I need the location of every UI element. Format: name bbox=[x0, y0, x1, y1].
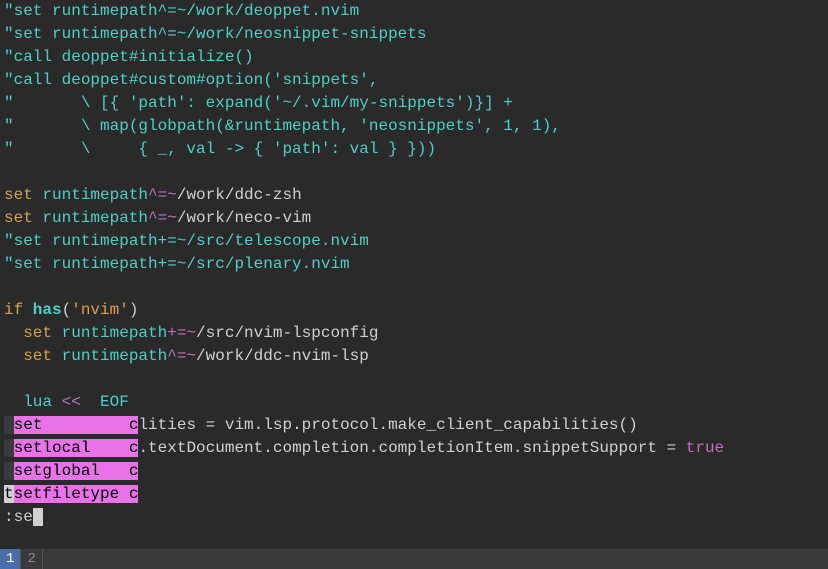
code-line: set runtimepath+=~/src/nvim-lspconfig bbox=[4, 322, 824, 345]
code-line: lua << EOF bbox=[4, 391, 824, 414]
completion-row[interactable]: setlocal c.textDocument.completion.compl… bbox=[4, 437, 824, 460]
code-line: "set runtimepath+=~/src/plenary.nvim bbox=[4, 253, 824, 276]
code-line: "set runtimepath^=~/work/neosnippet-snip… bbox=[4, 23, 824, 46]
code-line: "set runtimepath+=~/src/telescope.nvim bbox=[4, 230, 824, 253]
completion-match: setglobal c bbox=[14, 462, 139, 480]
code-line: set runtimepath^=~/work/neco-vim bbox=[4, 207, 824, 230]
code-line: set runtimepath^=~/work/ddc-zsh bbox=[4, 184, 824, 207]
tab-1[interactable]: 1 bbox=[0, 549, 21, 569]
code-line: " \ { _, val -> { 'path': val } })) bbox=[4, 138, 824, 161]
code-line: " \ map(globpath(&runtimepath, 'neosnipp… bbox=[4, 115, 824, 138]
completion-match: setlocal c bbox=[14, 439, 139, 457]
code-line: "call deoppet#custom#option('snippets', bbox=[4, 69, 824, 92]
cursor bbox=[33, 508, 43, 526]
command-line[interactable]: :se bbox=[4, 506, 824, 529]
code-line: set runtimepath^=~/work/ddc-nvim-lsp bbox=[4, 345, 824, 368]
completion-row[interactable]: set clities = vim.lsp.protocol.make_clie… bbox=[4, 414, 824, 437]
editor-viewport[interactable]: "set runtimepath^=~/work/deoppet.nvim "s… bbox=[0, 0, 828, 529]
code-line bbox=[4, 161, 824, 184]
completion-match: setfiletype c bbox=[14, 485, 139, 503]
code-line: " \ [{ 'path': expand('~/.vim/my-snippet… bbox=[4, 92, 824, 115]
completion-row[interactable]: setglobal c bbox=[4, 460, 824, 483]
code-line: "call deoppet#initialize() bbox=[4, 46, 824, 69]
completion-match: set c bbox=[14, 416, 139, 434]
code-line: "set runtimepath^=~/work/deoppet.nvim bbox=[4, 0, 824, 23]
code-line bbox=[4, 276, 824, 299]
tab-2[interactable]: 2 bbox=[21, 549, 42, 569]
code-line bbox=[4, 368, 824, 391]
completion-row-selected[interactable]: tsetfiletype c bbox=[4, 483, 824, 506]
code-line: if has('nvim') bbox=[4, 299, 824, 322]
tab-bar: 1 2 bbox=[0, 549, 828, 569]
